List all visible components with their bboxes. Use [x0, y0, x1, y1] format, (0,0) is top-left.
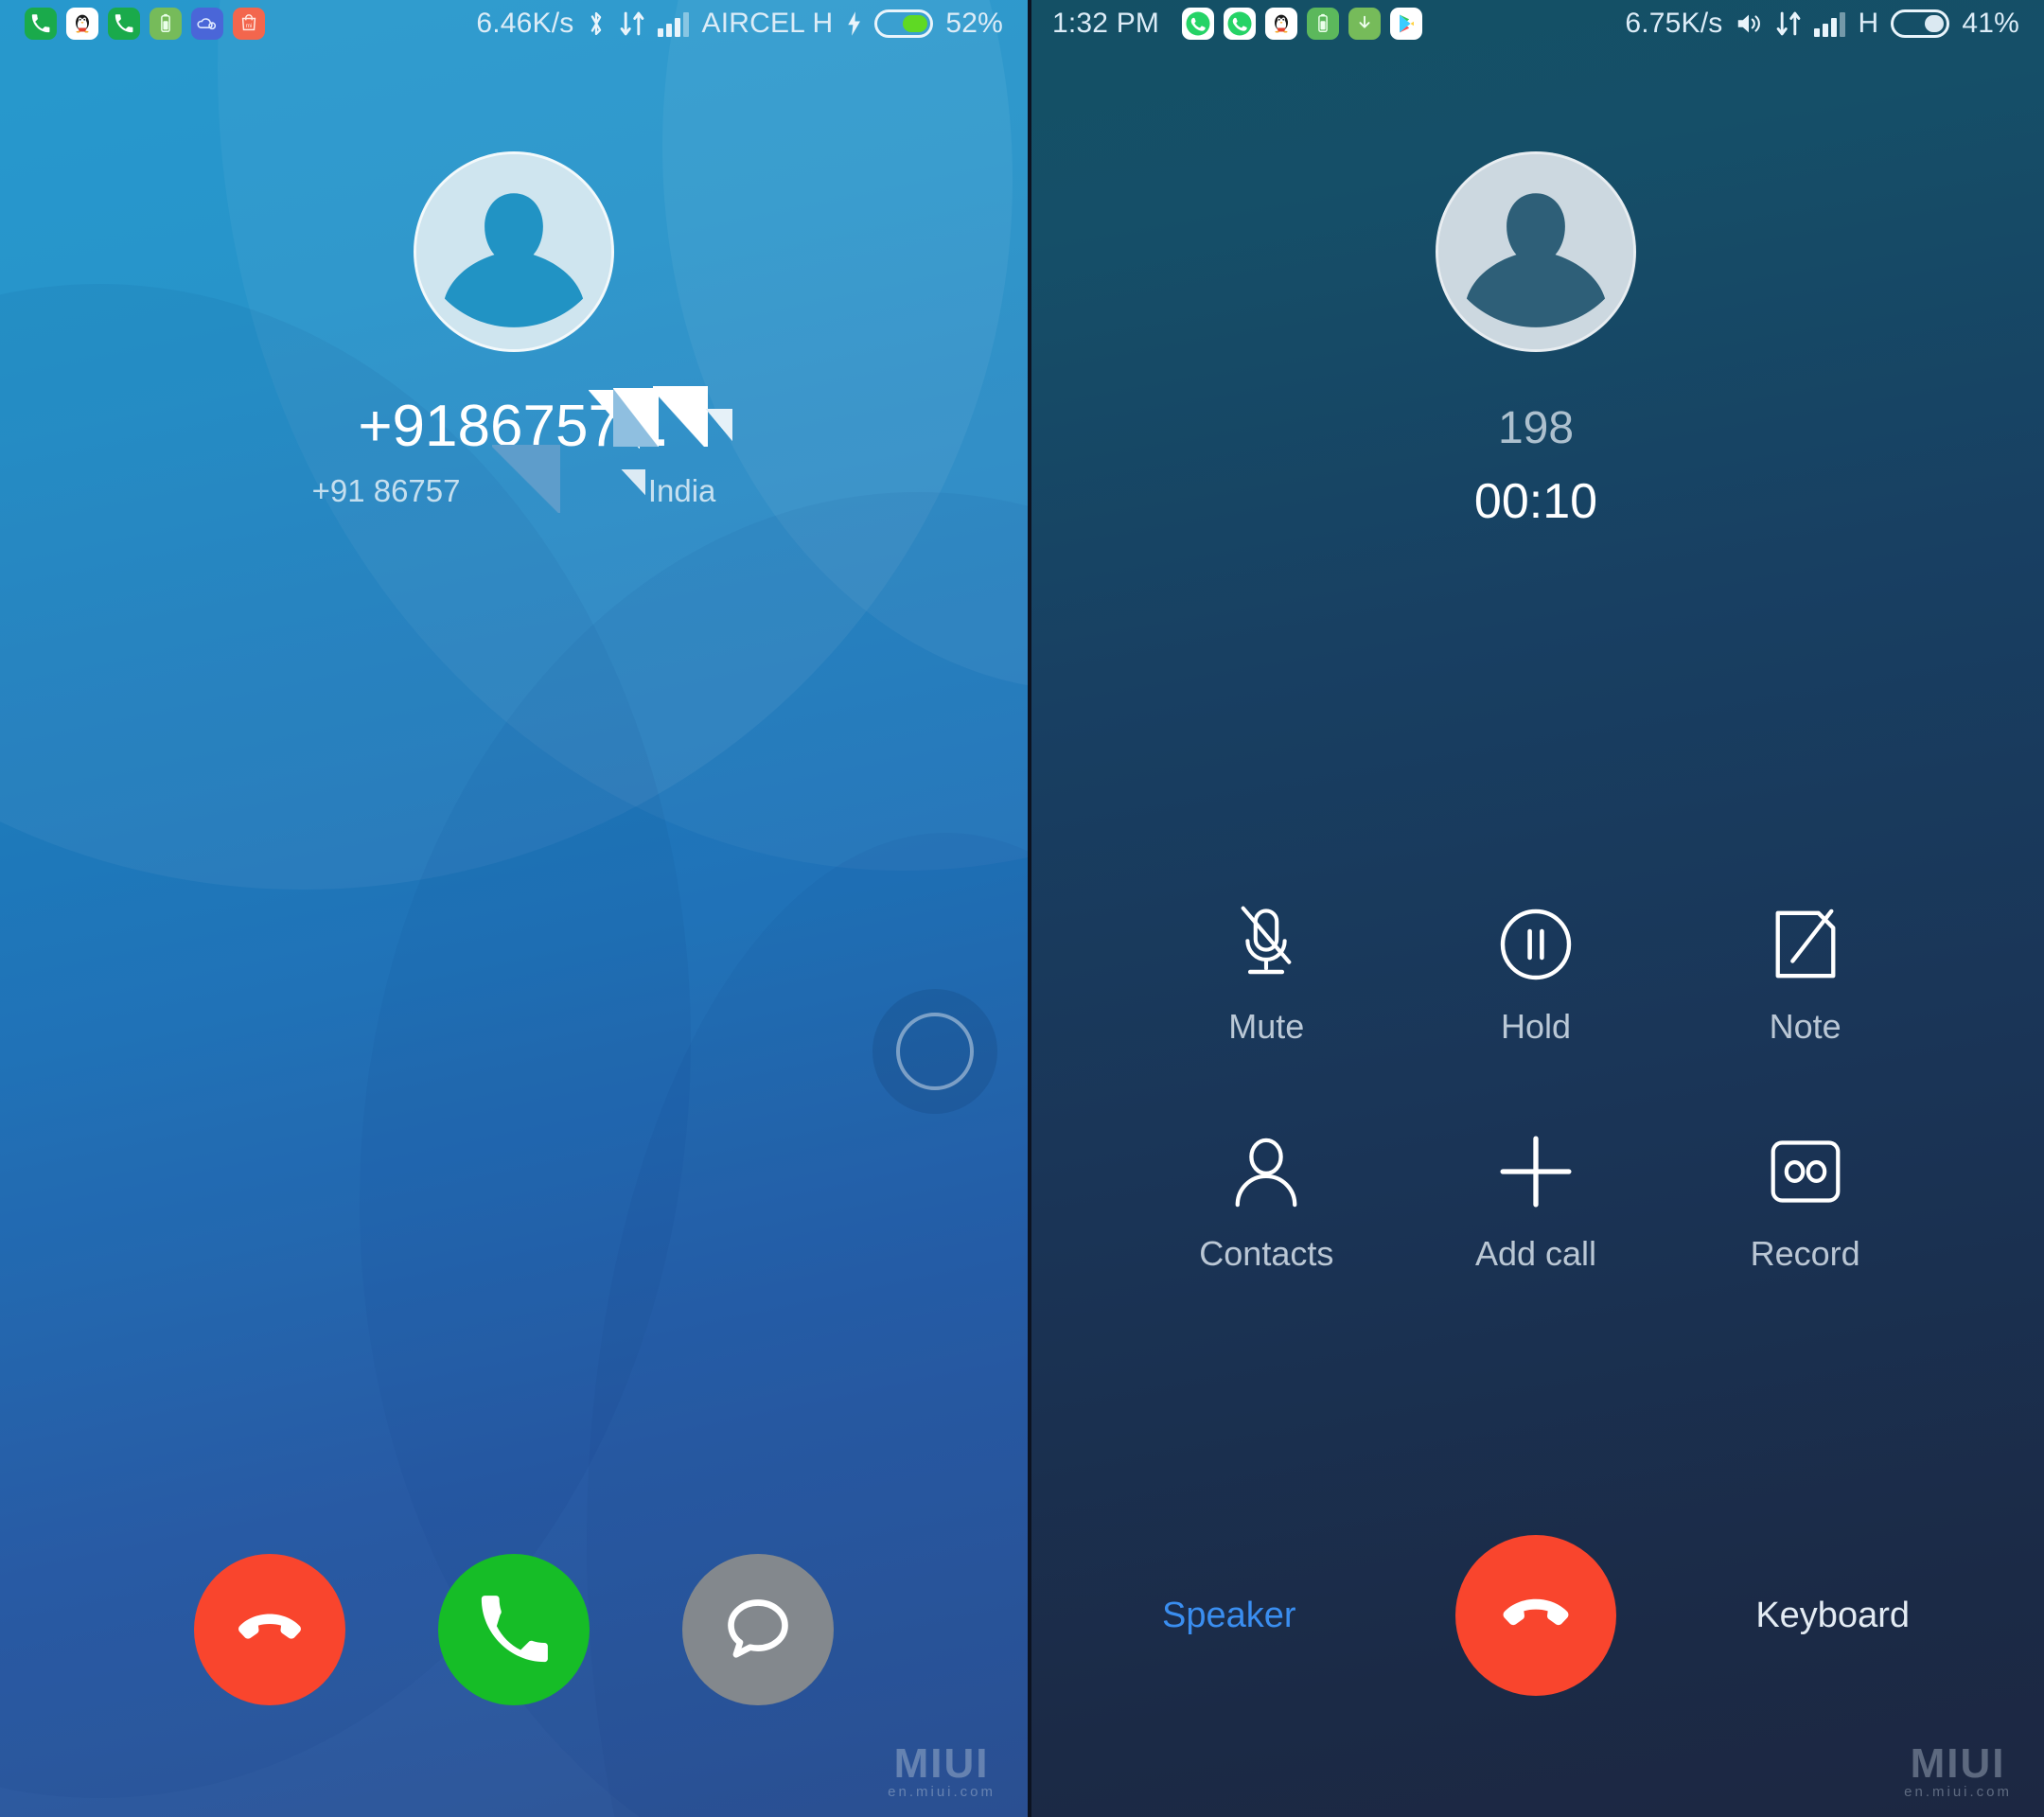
end-call-button[interactable] — [1455, 1535, 1616, 1696]
watermark-title: MIUI — [893, 1740, 990, 1788]
active-call-screen: 1:32 PM 6.75K/s H 41% 198 00:10 Mute Hol… — [1028, 0, 2044, 1817]
watermark-title: MIUI — [1910, 1740, 2006, 1788]
circle-ring-icon — [896, 1013, 974, 1090]
quick-reply-message-button[interactable] — [682, 1554, 834, 1705]
plus-icon — [1497, 1131, 1575, 1212]
status-bar-system-indicators-active: 6.75K/s H 41% — [1625, 8, 2019, 40]
mi-store-icon: mi — [233, 8, 265, 40]
clock-label: 1:32 PM — [1052, 8, 1160, 39]
signal-bars-icon — [658, 10, 690, 37]
panel-divider — [1028, 0, 1031, 1817]
incoming-call-screen: mi 6.46K/s AIRCEL H 52% +91867578. +91 8… — [0, 0, 1028, 1817]
miui-watermark: MIUI en.miui.com — [888, 1740, 996, 1800]
decline-call-button[interactable] — [194, 1554, 345, 1705]
phone-call-icon — [25, 8, 57, 40]
hold-label: Hold — [1500, 1007, 1572, 1046]
avatar — [414, 151, 614, 352]
accept-call-button[interactable] — [438, 1554, 590, 1705]
caller-region-label: India — [647, 473, 716, 508]
call-duration-timer: 00:10 — [1473, 474, 1598, 529]
voicemail-record-icon — [1768, 1131, 1843, 1212]
data-transfer-icon — [1775, 9, 1802, 38]
incoming-call-actions — [0, 1554, 1028, 1705]
speaker-toggle[interactable]: Speaker — [1162, 1596, 1408, 1636]
signal-bars-icon — [1814, 10, 1846, 37]
play-store-icon — [1390, 8, 1423, 40]
charging-bolt-icon — [845, 10, 862, 37]
phone-hangup-icon — [238, 1614, 301, 1639]
phone-call-icon-2 — [108, 8, 140, 40]
status-bar-left-group: 1:32 PM — [1052, 8, 1423, 40]
microphone-muted-icon — [1229, 904, 1303, 985]
battery-percent-label: 52% — [945, 8, 1003, 39]
note-button[interactable]: Note — [1670, 904, 1940, 1044]
caller-number: +91867578. — [358, 394, 670, 459]
status-bar-active[interactable]: 1:32 PM 6.75K/s H 41% — [1028, 0, 2044, 47]
keyboard-toggle[interactable]: Keyboard — [1664, 1596, 1910, 1636]
caller-subtitle: +91 86757 India — [0, 473, 1028, 509]
mute-button[interactable]: Mute — [1132, 904, 1401, 1044]
mute-label: Mute — [1228, 1007, 1305, 1046]
screenshot-root: mi 6.46K/s AIRCEL H 52% +91867578. +91 8… — [0, 0, 2044, 1817]
network-type-label: H — [1858, 8, 1879, 39]
record-label: Record — [1750, 1234, 1860, 1273]
data-transfer-icon — [619, 9, 645, 38]
bluetooth-icon — [586, 9, 607, 38]
status-bar-notification-icons: mi — [25, 8, 265, 40]
person-icon — [1229, 1131, 1303, 1212]
battery-percent-label: 41% — [1962, 8, 2019, 39]
call-options-grid: Mute Hold Note Contacts Add call Record — [1028, 904, 2044, 1271]
pause-circle-icon — [1498, 904, 1574, 985]
avatar — [1436, 151, 1636, 352]
whatsapp-icon — [1182, 8, 1215, 40]
note-pencil-icon — [1770, 904, 1841, 985]
active-call-number: 198 — [1497, 403, 1575, 453]
mi-cloud-icon — [191, 8, 223, 40]
add-call-label: Add call — [1474, 1234, 1597, 1273]
network-speed-label: 6.46K/s — [476, 8, 574, 39]
carrier-label: AIRCEL H — [701, 8, 834, 39]
status-bar-incoming[interactable]: mi 6.46K/s AIRCEL H 52% — [0, 0, 1028, 47]
wallpaper-blob — [662, 0, 1028, 691]
whatsapp-icon-2 — [1224, 8, 1257, 40]
quick-reply-circle[interactable] — [872, 989, 997, 1114]
watermark-url: en.miui.com — [888, 1784, 996, 1800]
svg-text:mi: mi — [246, 23, 253, 29]
qq-penguin-icon — [1265, 8, 1298, 40]
battery-saver-icon — [150, 8, 182, 40]
battery-icon — [874, 9, 934, 38]
contacts-label: Contacts — [1199, 1234, 1334, 1273]
phone-hangup-icon — [1503, 1598, 1569, 1626]
battery-icon — [1891, 9, 1950, 38]
contacts-button[interactable]: Contacts — [1132, 1131, 1401, 1271]
qq-penguin-icon — [66, 8, 98, 40]
note-label: Note — [1769, 1007, 1841, 1046]
battery-saver-icon — [1307, 8, 1340, 40]
add-call-button[interactable]: Add call — [1401, 1131, 1671, 1271]
download-icon — [1348, 8, 1382, 40]
record-button[interactable]: Record — [1670, 1131, 1940, 1271]
active-call-bottom-bar: Speaker Keyboard — [1028, 1535, 2044, 1696]
status-bar-system-indicators: 6.46K/s AIRCEL H 52% — [476, 8, 1003, 40]
caller-subtitle-number: +91 86757 — [311, 473, 461, 508]
phone-handset-icon — [481, 1596, 548, 1663]
miui-watermark: MIUI en.miui.com — [1904, 1740, 2012, 1800]
watermark-url: en.miui.com — [1904, 1784, 2012, 1800]
hold-button[interactable]: Hold — [1401, 904, 1671, 1044]
message-bubble-icon — [728, 1599, 788, 1658]
network-speed-label: 6.75K/s — [1625, 8, 1723, 39]
speaker-volume-icon — [1735, 10, 1763, 37]
